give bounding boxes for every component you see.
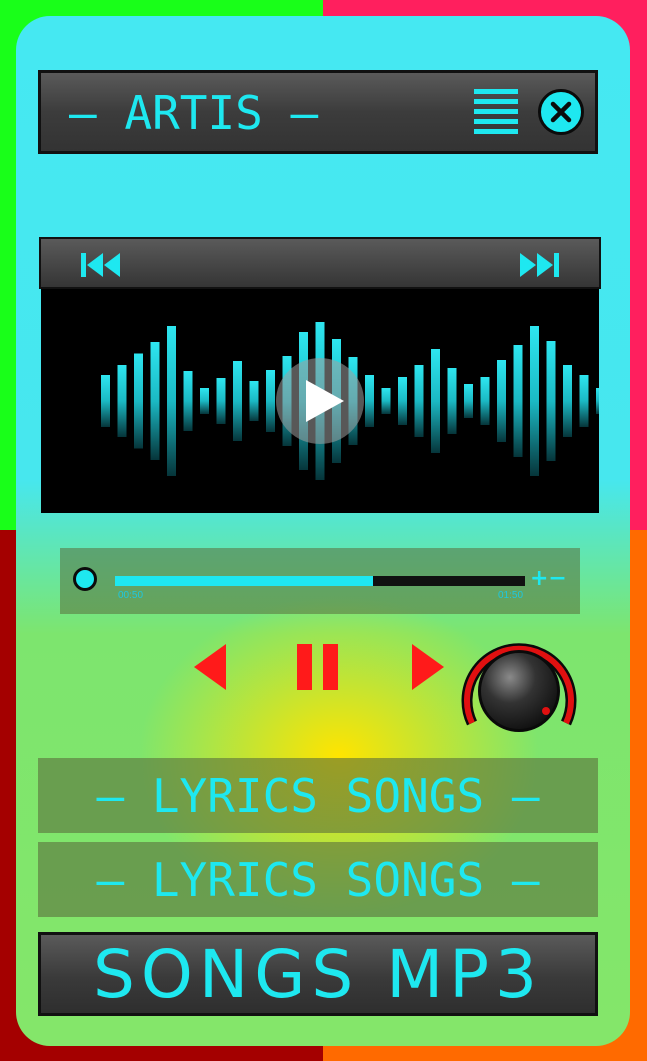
waveform-bar xyxy=(431,349,440,453)
waveform-bar xyxy=(398,377,407,425)
elapsed-time: 00:50 xyxy=(118,590,144,601)
pause-icon[interactable] xyxy=(296,642,342,692)
waveform-bar xyxy=(167,326,176,476)
next-icon[interactable] xyxy=(410,642,446,692)
waveform-bar xyxy=(414,365,424,437)
progress-panel: 00:50 01:50 +− xyxy=(60,548,580,614)
waveform-bar xyxy=(200,388,209,414)
waveform-bar xyxy=(249,381,259,421)
waveform-bar xyxy=(513,345,523,457)
waveform-bar xyxy=(183,371,193,431)
volume-plus-minus[interactable]: +− xyxy=(530,566,567,592)
waveform-bar xyxy=(381,388,391,414)
menu-icon[interactable] xyxy=(474,89,518,135)
close-icon xyxy=(550,101,572,123)
close-button[interactable] xyxy=(538,89,584,135)
waveform-bar xyxy=(480,377,490,425)
play-button[interactable] xyxy=(276,358,364,444)
waveform-bar xyxy=(530,326,539,476)
waveform-bar xyxy=(546,341,556,461)
waveform-bar xyxy=(266,370,275,432)
progress-fill xyxy=(115,576,374,586)
waveform-bar xyxy=(497,360,506,442)
waveform-bar xyxy=(579,375,589,427)
player-toolbar xyxy=(39,237,601,289)
waveform-bar xyxy=(134,353,143,449)
progress-start-knob[interactable] xyxy=(73,567,97,591)
skip-back-icon[interactable] xyxy=(79,251,123,279)
total-time: 01:50 xyxy=(498,590,524,601)
page-title: – ARTIS – xyxy=(69,86,319,140)
waveform-bar xyxy=(117,365,127,437)
songs-mp3-button[interactable]: SONGS MP3 xyxy=(38,932,598,1016)
title-bar: – ARTIS – xyxy=(38,70,598,154)
waveform-bar xyxy=(150,342,160,460)
progress-track[interactable] xyxy=(115,576,525,586)
waveform-bar xyxy=(464,384,473,418)
waveform-bar xyxy=(101,375,110,427)
waveform-bar xyxy=(563,365,572,437)
lyrics-songs-button-1[interactable]: – LYRICS SONGS – xyxy=(38,758,598,833)
play-icon xyxy=(306,380,344,422)
waveform-bar xyxy=(447,368,457,434)
waveform-bar xyxy=(596,388,599,414)
waveform-bar xyxy=(233,361,242,441)
waveform-bar xyxy=(216,378,226,424)
skip-forward-icon[interactable] xyxy=(517,251,561,279)
previous-icon[interactable] xyxy=(192,642,228,692)
waveform-bar xyxy=(365,375,374,427)
lyrics-songs-button-2[interactable]: – LYRICS SONGS – xyxy=(38,842,598,917)
volume-knob-icon[interactable] xyxy=(460,635,578,735)
